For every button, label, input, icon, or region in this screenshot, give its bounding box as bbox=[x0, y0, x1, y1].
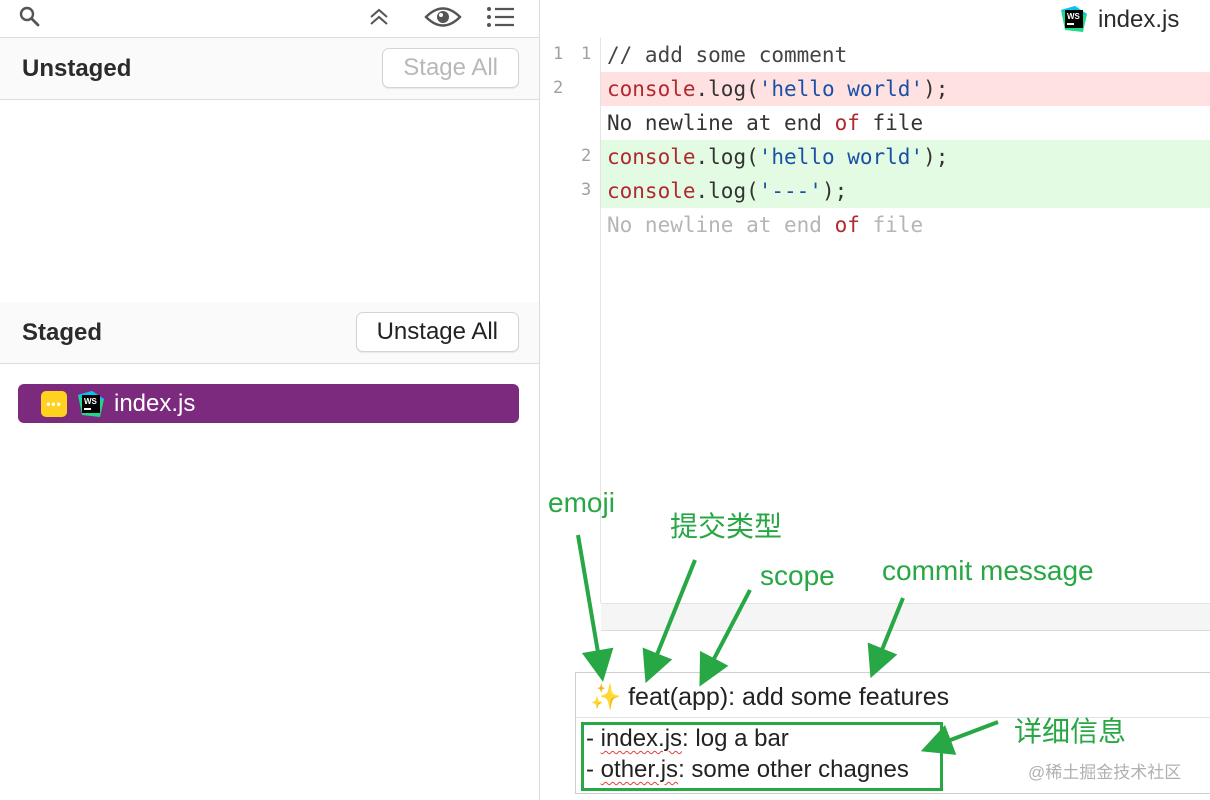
code-token: ); bbox=[923, 145, 949, 169]
code-line-context: No newline at end of file bbox=[601, 106, 1210, 140]
left-toolbar bbox=[0, 0, 539, 38]
eye-icon[interactable] bbox=[424, 4, 462, 30]
annotation-emoji: emoji bbox=[548, 487, 615, 518]
staged-header: Staged Unstage All bbox=[0, 302, 539, 364]
unstaged-header: Unstaged Stage All bbox=[0, 38, 539, 100]
annotation-type: 提交类型 bbox=[670, 511, 783, 542]
code-line-added: console.log('hello world'); bbox=[601, 140, 1210, 174]
code-token: of bbox=[834, 213, 860, 237]
svg-text:WS: WS bbox=[84, 397, 98, 406]
annotation-details: 详细信息 bbox=[1014, 716, 1127, 747]
file-list-pane: Unstaged Stage All Staged Unstage All ••… bbox=[0, 0, 540, 800]
diff-pane: WS index.js 11223 // add some comment con… bbox=[541, 0, 1210, 800]
code-token: '---' bbox=[758, 179, 822, 203]
staged-title: Staged bbox=[22, 319, 103, 346]
commit-subject-text: feat(app): add some features bbox=[628, 683, 950, 711]
staged-file-row[interactable]: ••• WS index.js bbox=[18, 384, 519, 423]
code-line-faded: No newline at end of file bbox=[601, 208, 1210, 242]
code-token: ); bbox=[821, 179, 848, 203]
annotation-scope: scope bbox=[760, 560, 835, 591]
code-token: No newline at end bbox=[607, 213, 835, 237]
list-icon[interactable] bbox=[486, 4, 516, 30]
staged-file-name: index.js bbox=[114, 389, 196, 417]
code-token: No newline at end bbox=[607, 111, 835, 135]
code-token: 'hello world' bbox=[758, 145, 924, 169]
code-token: file bbox=[859, 213, 924, 237]
diff-filename: index.js bbox=[1098, 6, 1180, 33]
horizontal-scrollbar[interactable] bbox=[601, 603, 1210, 631]
code-token: console bbox=[607, 179, 696, 203]
commit-emoji: ✨ bbox=[590, 683, 622, 711]
code-line-added: console.log('---'); bbox=[601, 174, 1210, 208]
webstorm-icon: WS bbox=[1061, 6, 1087, 32]
code-token: // add some comment bbox=[607, 43, 848, 67]
new-line-number: 2 bbox=[581, 146, 592, 166]
code-token: console bbox=[607, 77, 696, 101]
annotation-commit-message: commit message bbox=[882, 555, 1094, 586]
code-token: .log( bbox=[695, 145, 759, 169]
new-line-number: 1 bbox=[581, 44, 592, 64]
diff-header: WS index.js bbox=[541, 0, 1210, 38]
old-line-number: 2 bbox=[553, 78, 564, 98]
search-icon[interactable] bbox=[18, 4, 42, 30]
stage-all-button[interactable]: Stage All bbox=[382, 48, 519, 88]
details-highlight-box bbox=[581, 722, 943, 791]
code-token: ); bbox=[923, 77, 949, 101]
svg-text:WS: WS bbox=[1067, 12, 1081, 21]
code-line-context: // add some comment bbox=[601, 38, 1210, 72]
watermark: @稀土掘金技术社区 bbox=[1028, 763, 1182, 782]
collapse-up-icon[interactable] bbox=[367, 4, 391, 30]
modified-badge-icon: ••• bbox=[41, 390, 67, 417]
new-line-number: 3 bbox=[581, 180, 592, 200]
code-token: of bbox=[834, 111, 860, 135]
code-token: .log( bbox=[695, 179, 759, 203]
unstaged-title: Unstaged bbox=[22, 55, 132, 82]
commit-subject[interactable]: ✨ feat(app): add some features bbox=[590, 683, 949, 712]
code-token: console bbox=[607, 145, 696, 169]
code-token: file bbox=[859, 111, 924, 135]
code-line-removed: console.log('hello world'); bbox=[601, 72, 1210, 106]
unstage-all-button[interactable]: Unstage All bbox=[355, 312, 519, 352]
old-line-number: 1 bbox=[553, 44, 564, 64]
code-token: 'hello world' bbox=[758, 77, 924, 101]
webstorm-icon: WS bbox=[78, 390, 104, 417]
code-token: .log( bbox=[695, 77, 759, 101]
